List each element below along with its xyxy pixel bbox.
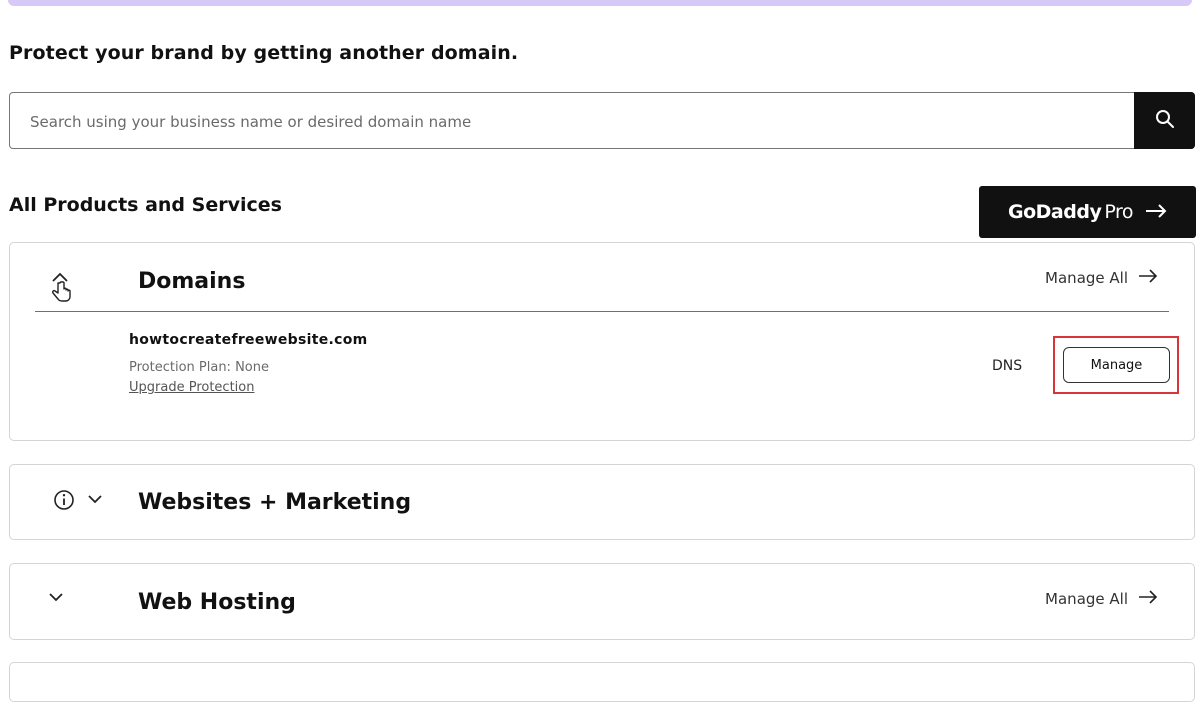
chevron-down-icon[interactable] (86, 491, 104, 507)
arrow-right-icon (1145, 203, 1167, 222)
hand-cursor-icon (52, 281, 71, 302)
dns-link[interactable]: DNS (992, 358, 1022, 374)
promo-heading: Protect your brand by getting another do… (9, 42, 519, 64)
websites-marketing-card: Websites + Marketing (9, 464, 1195, 540)
upgrade-protection-link[interactable]: Upgrade Protection (129, 380, 254, 395)
websites-marketing-title: Websites + Marketing (138, 490, 412, 515)
products-section-title: All Products and Services (9, 194, 282, 216)
collapse-toggle[interactable] (46, 271, 76, 305)
protection-plan-status: Protection Plan: None (129, 360, 269, 375)
manage-domain-button[interactable]: Manage (1063, 347, 1170, 383)
hosting-manage-all-link[interactable]: Manage All (1045, 590, 1158, 608)
godaddy-pro-button[interactable]: GoDaddy Pro (979, 186, 1196, 238)
next-product-card (9, 662, 1195, 702)
godaddy-pro-label: GoDaddy Pro (1008, 201, 1133, 223)
chevron-down-icon[interactable] (47, 589, 65, 605)
domain-name[interactable]: howtocreatefreewebsite.com (129, 332, 368, 348)
godaddy-brand-text: GoDaddy (1008, 201, 1102, 223)
domain-search-bar (9, 92, 1195, 150)
pro-text: Pro (1104, 201, 1133, 223)
search-icon (1155, 109, 1175, 133)
search-button[interactable] (1134, 92, 1195, 149)
domain-search-input[interactable] (28, 93, 1132, 150)
top-accent-strip (8, 0, 1192, 6)
domains-card: Domains Manage All howtocreatefreewebsit… (9, 242, 1195, 441)
info-icon[interactable] (53, 489, 75, 511)
manage-all-label: Manage All (1045, 590, 1128, 608)
manage-all-label: Manage All (1045, 269, 1128, 287)
chevron-up-icon (52, 272, 68, 282)
domains-title: Domains (138, 269, 246, 294)
arrow-right-icon (1138, 590, 1158, 608)
web-hosting-title: Web Hosting (138, 590, 296, 615)
arrow-right-icon (1138, 269, 1158, 287)
domains-divider (35, 311, 1169, 312)
web-hosting-card: Web Hosting Manage All (9, 563, 1195, 640)
domains-manage-all-link[interactable]: Manage All (1045, 269, 1158, 287)
